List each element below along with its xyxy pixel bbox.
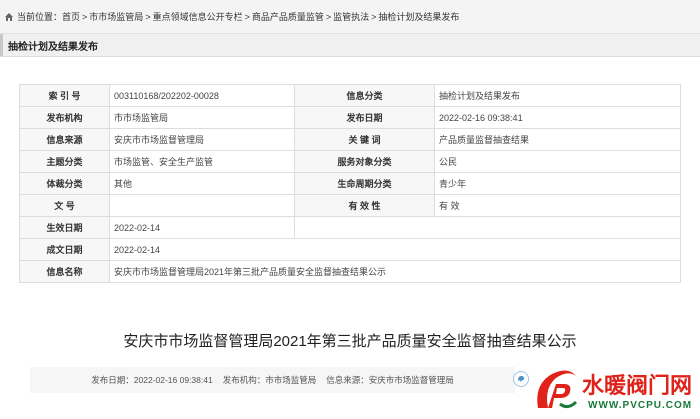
breadcrumb-current[interactable]: 抽检计划及结果发布 bbox=[378, 10, 459, 23]
value-audience-category: 公民 bbox=[434, 150, 681, 173]
breadcrumb-separator: > bbox=[244, 11, 250, 22]
label-effective-date: 生效日期 bbox=[19, 216, 110, 239]
value-document-number bbox=[109, 194, 295, 217]
table-row: 索 引 号 003110168/202202-00028 信息分类 抽检计划及结… bbox=[19, 84, 681, 107]
value-info-category: 抽检计划及结果发布 bbox=[434, 84, 681, 107]
label-info-name: 信息名称 bbox=[19, 260, 110, 283]
table-row: 主题分类 市场监管、安全生产监管 服务对象分类 公民 bbox=[19, 150, 681, 173]
breadcrumb-separator: > bbox=[82, 11, 88, 22]
table-row: 信息名称 安庆市市场监督管理局2021年第三批产品质量安全监督抽查结果公示 bbox=[19, 260, 681, 283]
table-row: 发布机构 市市场监管局 发布日期 2022-02-16 09:38:41 bbox=[19, 106, 681, 129]
table-row: 成文日期 2022-02-14 bbox=[19, 238, 681, 261]
table-row: 文 号 有 效 性 有 效 bbox=[19, 194, 681, 217]
breadcrumb: 当前位置： 首页 > 市市场监管局 > 重点领域信息公开专栏 > 商品产品质量监… bbox=[0, 0, 700, 33]
label-topic-category: 主题分类 bbox=[19, 150, 110, 173]
share-icon[interactable] bbox=[513, 371, 529, 387]
value-publisher: 市市场监管局 bbox=[109, 106, 295, 129]
breadcrumb-separator: > bbox=[145, 11, 151, 22]
table-row: 信息来源 安庆市市场监督管理局 关 键 词 产品质量监督抽查结果 bbox=[19, 128, 681, 151]
breadcrumb-link-enforcement[interactable]: 监管执法 bbox=[333, 10, 369, 23]
section-header: 抽检计划及结果发布 bbox=[0, 33, 700, 57]
meta-publish-date: 发布日期：2022-02-16 09:38:41 bbox=[91, 375, 213, 385]
watermark-logo: 水暖阀门网 WWW.PVCPU.COM bbox=[530, 362, 700, 419]
home-icon bbox=[5, 12, 13, 21]
label-validity: 有 效 性 bbox=[294, 194, 435, 217]
value-info-name: 安庆市市场监督管理局2021年第三批产品质量安全监督抽查结果公示 bbox=[109, 260, 681, 283]
watermark-url: WWW.PVCPU.COM bbox=[588, 400, 693, 411]
breadcrumb-link-product-quality[interactable]: 商品产品质量监管 bbox=[252, 10, 324, 23]
label-lifecycle-category: 生命周期分类 bbox=[294, 172, 435, 195]
logo-mark bbox=[537, 370, 578, 409]
value-index-number: 003110168/202202-00028 bbox=[109, 84, 295, 107]
label-written-date: 成文日期 bbox=[19, 238, 110, 261]
breadcrumb-separator: > bbox=[371, 11, 377, 22]
section-title: 抽检计划及结果发布 bbox=[8, 41, 98, 53]
label-genre-category: 体裁分类 bbox=[19, 172, 110, 195]
breadcrumb-separator: > bbox=[325, 11, 332, 22]
document-meta-bar: 发布日期：2022-02-16 09:38:41 发布机构：市市场监管局 信息来… bbox=[30, 367, 515, 393]
watermark-name: 水暖阀门网 bbox=[582, 374, 693, 399]
value-lifecycle-category: 青少年 bbox=[434, 172, 681, 195]
value-genre-category: 其他 bbox=[109, 172, 295, 195]
label-info-category: 信息分类 bbox=[294, 84, 435, 107]
value-topic-category: 市场监管、安全生产监管 bbox=[109, 150, 295, 173]
label-keywords: 关 键 词 bbox=[294, 128, 435, 151]
info-table: 索 引 号 003110168/202202-00028 信息分类 抽检计划及结… bbox=[19, 84, 681, 283]
meta-publisher: 发布机构：市市场监管局 bbox=[222, 375, 317, 385]
value-publish-date: 2022-02-16 09:38:41 bbox=[434, 106, 681, 129]
label-document-number: 文 号 bbox=[19, 194, 110, 217]
label-info-source: 信息来源 bbox=[19, 128, 110, 151]
label-publish-date: 发布日期 bbox=[294, 106, 435, 129]
value-info-source: 安庆市市场监督管理局 bbox=[109, 128, 295, 151]
breadcrumb-link-bureau[interactable]: 市市场监管局 bbox=[89, 10, 143, 23]
label-index-number: 索 引 号 bbox=[19, 84, 110, 107]
value-validity: 有 效 bbox=[434, 194, 681, 217]
value-effective-date: 2022-02-14 bbox=[109, 216, 295, 239]
breadcrumb-link-home[interactable]: 首页 bbox=[62, 10, 80, 23]
meta-source: 信息来源：安庆市市场监督管理局 bbox=[326, 375, 454, 385]
value-written-date: 2022-02-14 bbox=[109, 238, 681, 261]
table-row: 生效日期 2022-02-14 bbox=[19, 216, 681, 239]
breadcrumb-link-key-areas[interactable]: 重点领域信息公开专栏 bbox=[153, 10, 243, 23]
document-title: 安庆市市场监督管理局2021年第三批产品质量安全监督抽查结果公示 bbox=[123, 333, 577, 350]
empty-cell bbox=[294, 216, 681, 239]
label-publisher: 发布机构 bbox=[19, 106, 110, 129]
breadcrumb-prefix: 当前位置： bbox=[17, 12, 63, 22]
label-audience-category: 服务对象分类 bbox=[294, 150, 435, 173]
section-header-accent bbox=[0, 34, 3, 56]
table-row: 体裁分类 其他 生命周期分类 青少年 bbox=[19, 172, 681, 195]
value-keywords: 产品质量监督抽查结果 bbox=[434, 128, 681, 151]
